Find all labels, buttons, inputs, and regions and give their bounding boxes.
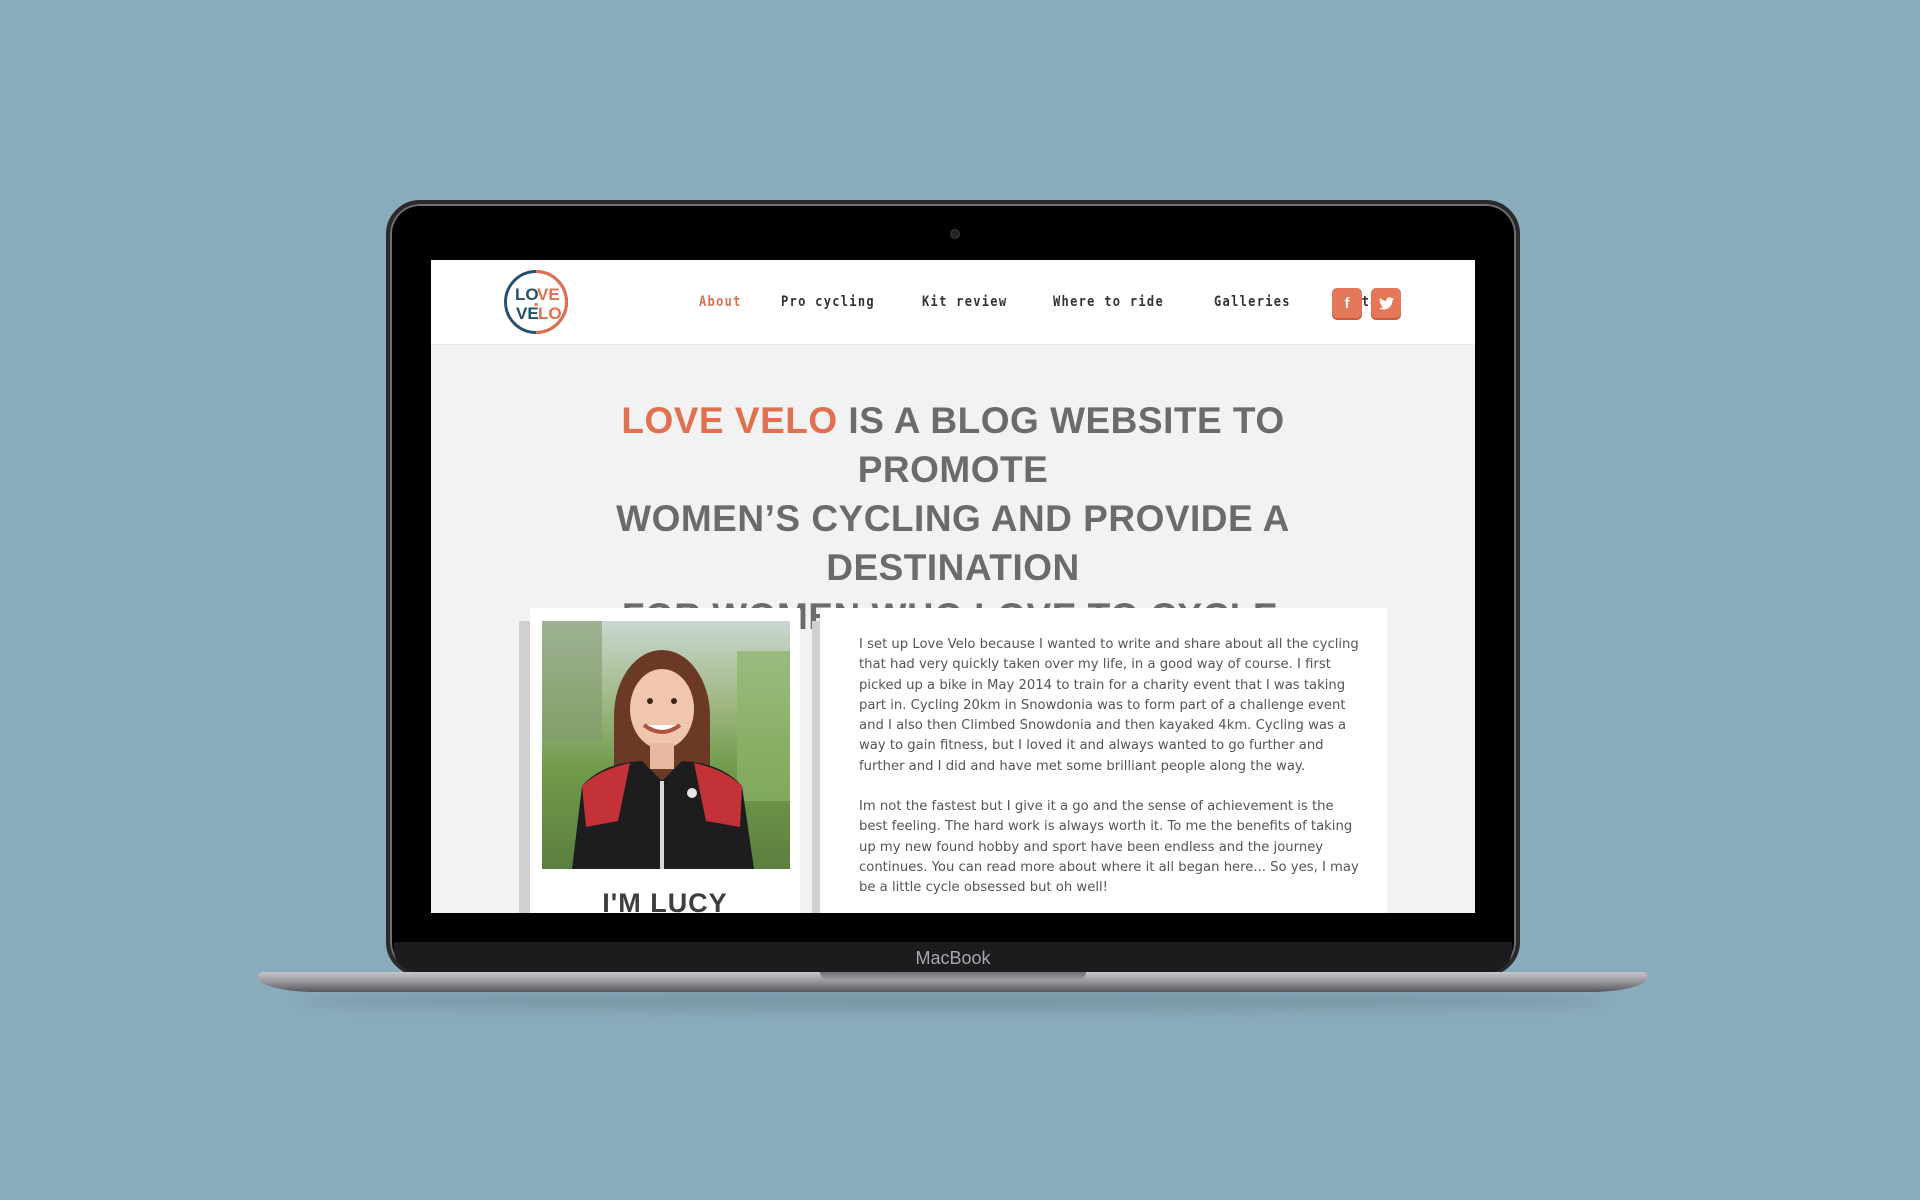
svg-text:LO: LO bbox=[515, 285, 539, 304]
hero-line-2: WOMEN’S CYCLING AND PROVIDE A DESTINATIO… bbox=[616, 498, 1290, 588]
laptop-notch bbox=[820, 972, 1086, 980]
svg-text:VE: VE bbox=[537, 285, 560, 304]
love-velo-logo[interactable]: LO VE VE LO bbox=[503, 269, 569, 335]
main-nav: About Pro cycling Kit review Where to ri… bbox=[699, 260, 1437, 344]
profile-card-divider bbox=[812, 621, 820, 913]
nav-kit-review[interactable]: Kit review bbox=[922, 294, 1007, 310]
nav-about[interactable]: About bbox=[699, 294, 742, 310]
hero-accent: LOVE VELO bbox=[621, 400, 838, 441]
facebook-icon: f bbox=[1344, 294, 1350, 312]
svg-text:LO: LO bbox=[538, 304, 562, 323]
screen: LO VE VE LO About Pro cycling Kit review… bbox=[431, 260, 1475, 913]
hero-line-1-rest: IS A BLOG WEBSITE TO PROMOTE bbox=[837, 400, 1285, 490]
nav-where-to-ride[interactable]: Where to ride bbox=[1053, 294, 1164, 310]
facebook-button[interactable]: f bbox=[1332, 288, 1362, 318]
bio-text: I set up Love Velo because I wanted to w… bbox=[859, 635, 1359, 913]
nav-galleries[interactable]: Galleries bbox=[1214, 294, 1291, 310]
camera bbox=[950, 229, 960, 239]
site-header: LO VE VE LO About Pro cycling Kit review… bbox=[431, 260, 1475, 345]
hero-line-1: LOVE VELO IS A BLOG WEBSITE TO PROMOTE bbox=[553, 396, 1353, 494]
twitter-icon bbox=[1378, 296, 1394, 309]
bio-paragraph-1: I set up Love Velo because I wanted to w… bbox=[859, 637, 1359, 774]
laptop-shadow bbox=[300, 992, 1606, 1010]
svg-text:VE: VE bbox=[516, 304, 539, 323]
profile-name: I'M LUCY bbox=[602, 888, 728, 913]
bio-paragraph-2: Im not the fastest but I give it a go an… bbox=[859, 799, 1359, 896]
laptop-brand-label: MacBook bbox=[915, 948, 991, 968]
nav-pro-cycling[interactable]: Pro cycling bbox=[781, 294, 875, 310]
profile-photo bbox=[542, 621, 790, 869]
twitter-button[interactable] bbox=[1371, 288, 1401, 318]
